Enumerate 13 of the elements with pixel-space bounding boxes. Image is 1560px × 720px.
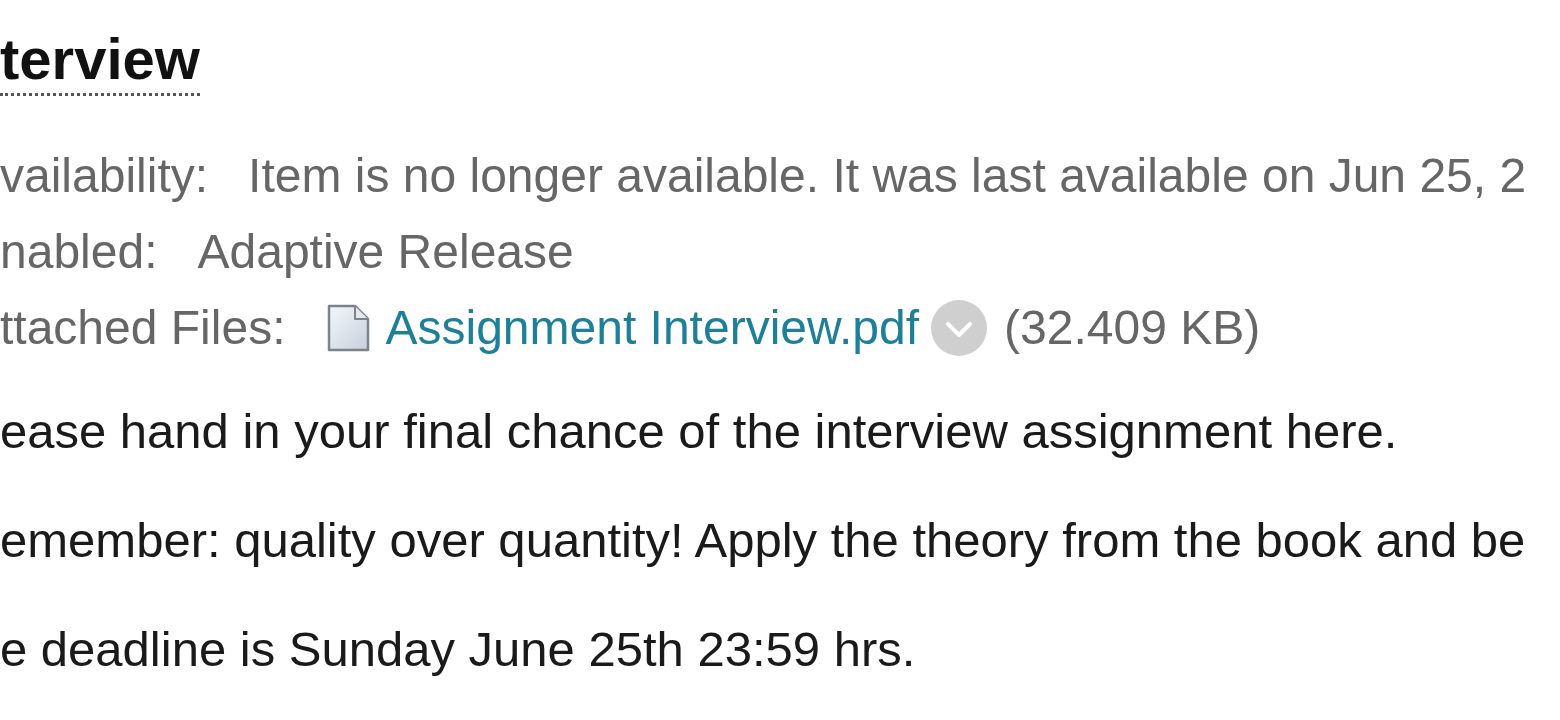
detail-value: Item is no longer available. It was last available on Jun 25, 2 xyxy=(248,148,1527,204)
detail-value: Adaptive Release xyxy=(197,224,574,280)
file-link[interactable]: Assignment Interview.pdf xyxy=(385,300,920,356)
instruction-text: emember: quality over quantity! Apply the theory from the book and be xyxy=(0,512,1526,569)
chevron-down-icon xyxy=(946,322,973,338)
assignment-title-link[interactable]: terview xyxy=(0,25,200,96)
detail-label: ttached Files: xyxy=(0,300,286,356)
detail-label: nabled: xyxy=(0,224,158,280)
document-icon xyxy=(325,304,372,352)
instruction-text: ease hand in your final chance of the interview assignment here. xyxy=(0,403,1399,460)
file-size: (32.409 KB) xyxy=(1004,300,1261,356)
instruction-text: e deadline is Sunday June 25th 23:59 hrs. xyxy=(0,621,917,678)
detail-label: vailability: xyxy=(0,148,209,204)
